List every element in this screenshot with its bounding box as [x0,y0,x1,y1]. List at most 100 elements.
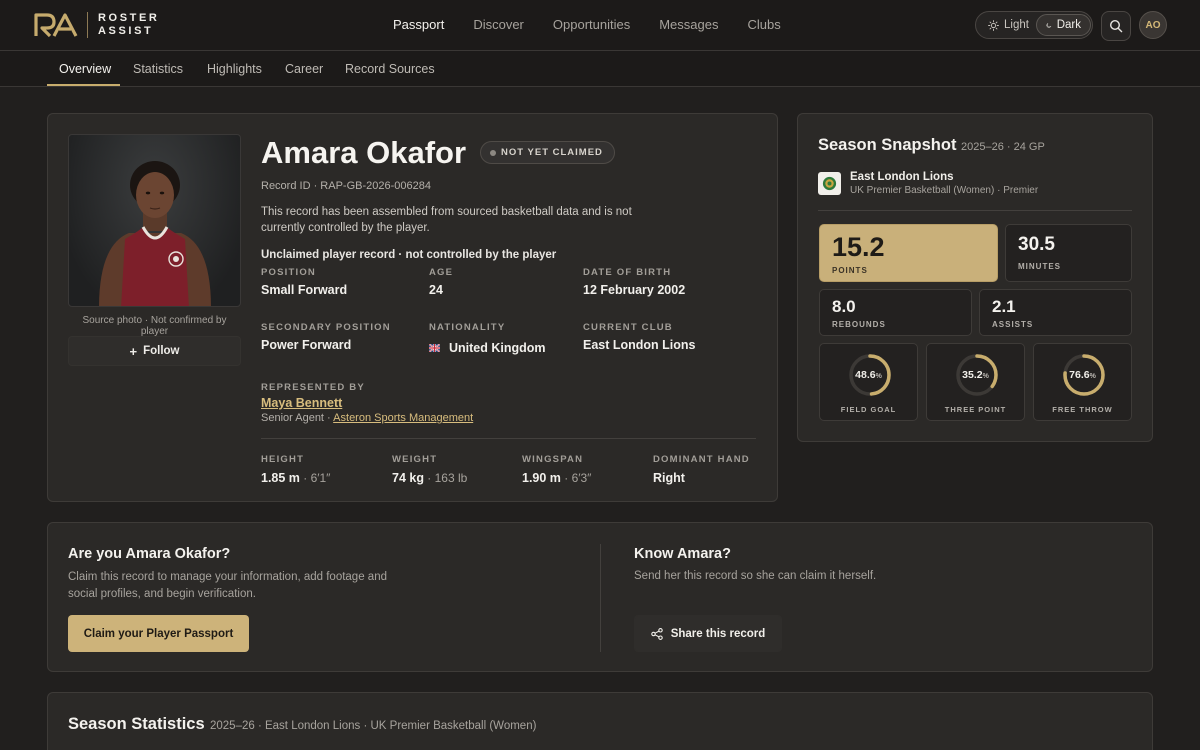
claim-passport-button[interactable]: Claim your Player Passport [68,615,249,652]
field-date-of-birth: DATE OF BIRTH 12 February 2002 [583,267,685,297]
minutes-label: MINUTES [1018,262,1061,271]
tab-statistics[interactable]: Statistics [133,62,183,76]
field-weight: WEIGHT 74 kg · 163 lb [392,454,467,485]
logo-divider [87,12,88,38]
position-label: POSITION [261,267,316,278]
current-club-value: East London Lions [583,338,696,352]
three-point-ring-tile: 35.2% THREE POINT [926,343,1025,421]
nav-item-messages[interactable]: Messages [659,17,718,32]
claim-card-divider [600,544,601,652]
theme-dark-option[interactable]: Dark [1036,14,1091,36]
field-goal-value: 48.6 [855,369,876,381]
field-goal-label: FIELD GOAL [840,405,897,414]
theme-toggle: Light Dark [975,11,1093,39]
height-value: 1.85 m [261,471,300,485]
agent-details: Senior Agent · Asteron Sports Management [261,412,473,424]
record-id: Record ID · RAP-GB-2026-006284 [261,180,431,192]
dob-label: DATE OF BIRTH [583,267,672,278]
assists-value: 2.1 [992,297,1016,316]
current-club-label: CURRENT CLUB [583,322,673,333]
agency-link[interactable]: Asteron Sports Management [333,412,473,424]
snapshot-club-name[interactable]: East London Lions [850,171,954,183]
season-statistics-title: Season Statistics [68,715,205,733]
minutes-value: 30.5 [1018,234,1055,255]
nav-item-opportunities[interactable]: Opportunities [553,17,630,32]
moon-icon [1046,22,1052,28]
theme-dark-label: Dark [1056,19,1081,31]
theme-light-label: Light [1004,19,1029,31]
search-icon [1109,19,1123,33]
weight-imperial: · 163 lb [423,471,468,485]
plus-icon: + [129,343,138,359]
club-crest [818,172,841,195]
user-avatar[interactable]: AO [1139,11,1167,39]
wingspan-value: 1.90 m [522,471,561,485]
rebounds-label: REBOUNDS [832,320,886,329]
snapshot-league: UK Premier Basketball (Women) · Premier [850,185,1039,196]
share-icon [650,627,663,640]
rebounds-value: 8.0 [832,297,856,316]
field-wingspan: WINGSPAN 1.90 m · 6′3″ [522,454,591,485]
follow-label: Follow [143,345,180,357]
search-button[interactable] [1101,11,1131,41]
free-throw-label: FREE THROW [1052,405,1113,414]
wingspan-imperial: · 6′3″ [560,471,592,485]
nav-item-passport[interactable]: Passport [393,17,444,32]
free-throw-value: 76.6 [1069,369,1090,381]
field-goal-ring-tile: 48.6% FIELD GOAL [819,343,918,421]
stat-rebounds-tile: 8.0 REBOUNDS [819,289,972,336]
profile-tabs: Overview Statistics Highlights Career Re… [0,51,1200,87]
three-point-value-wrap: 35.2% [927,369,1024,381]
dominant-hand-label: DOMINANT HAND [653,454,750,465]
nav-item-discover[interactable]: Discover [473,17,524,32]
weight-value: 74 kg [392,471,424,485]
claim-body: Claim this record to manage your informa… [68,571,387,600]
share-record-button[interactable]: Share this record [634,615,782,652]
uk-flag-icon [429,344,440,352]
points-value: 15.2 [832,232,885,262]
photo-caption: Source photo · Not confirmed by player [82,315,227,337]
nav-item-clubs[interactable]: Clubs [747,17,780,32]
nationality-value: United Kingdom [449,341,546,355]
field-secondary-position: SECONDARY POSITION Power Forward [261,322,391,352]
field-position: POSITION Small Forward [261,267,347,297]
snapshot-divider [818,210,1132,211]
age-label: AGE [429,267,454,278]
active-tab-indicator [47,84,120,86]
season-statistics-card: Season Statistics 2025–26 · East London … [47,692,1153,750]
brand-line-1: ROSTER [98,12,160,24]
tab-overview[interactable]: Overview [59,62,111,76]
share-record-label: Share this record [670,627,766,640]
brand-logo[interactable]: ROSTER ASSIST [34,12,159,38]
field-goal-percent-sign: % [875,373,882,380]
player-name: Amara Okafor [261,135,467,170]
field-current-club: CURRENT CLUB East London Lions [583,322,696,352]
secondary-position-label: SECONDARY POSITION [261,322,391,333]
weight-label: WEIGHT [392,454,438,465]
claim-title: Are you Amara Okafor? [68,546,231,562]
tab-career[interactable]: Career [285,62,323,76]
claim-record-card: Are you Amara Okafor? Claim this record … [47,522,1153,672]
three-point-label: THREE POINT [944,405,1007,414]
profile-divider [261,438,756,439]
follow-button[interactable]: + Follow [68,336,241,366]
season-statistics-meta: 2025–26 · East London Lions · UK Premier… [210,720,537,732]
free-throw-ring-tile: 76.6% FREE THROW [1033,343,1132,421]
field-nationality: NATIONALITY United Kingdom [429,322,546,355]
player-photo [68,134,241,307]
snapshot-title: Season Snapshot [818,136,957,154]
free-throw-value-wrap: 76.6% [1034,369,1131,381]
tab-record-sources[interactable]: Record Sources [345,62,435,76]
tab-highlights[interactable]: Highlights [207,62,262,76]
main-nav: Passport Discover Opportunities Messages… [393,17,810,32]
three-point-percent-sign: % [982,373,989,380]
brand-line-2: ASSIST [98,25,154,37]
claim-status-badge: NOT YET CLAIMED [480,141,615,164]
theme-light-option[interactable]: Light [979,14,1038,36]
stat-points-tile: 15.2 POINTS [819,224,998,282]
height-imperial: · 6′1″ [299,471,331,485]
wingspan-label: WINGSPAN [522,454,584,465]
field-goal-value-wrap: 48.6% [820,369,917,381]
agent-name-link[interactable]: Maya Bennett [261,396,342,410]
player-profile-card: Source photo · Not confirmed by player +… [47,113,778,502]
